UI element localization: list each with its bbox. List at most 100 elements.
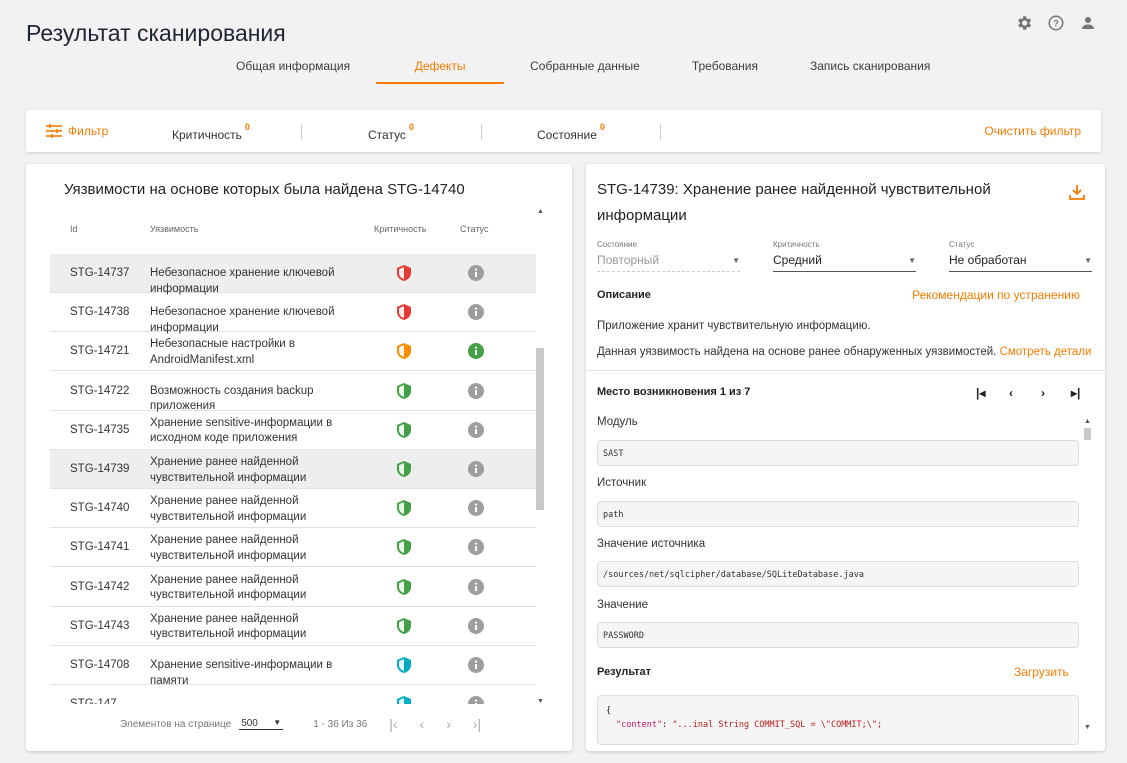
table-row[interactable]: STG-14708 Хранение sensitive-информации в… (50, 646, 536, 687)
module-field[interactable]: SAST (597, 440, 1079, 466)
status-info-icon[interactable] (468, 657, 484, 673)
tab-defects[interactable]: Дефекты (376, 52, 505, 84)
row-id: STG-14741 (70, 541, 130, 554)
tab-scan-recording[interactable]: Запись сканирования (784, 52, 956, 84)
row-id: STG-14708 (70, 659, 130, 671)
tab-general[interactable]: Общая информация (210, 52, 376, 84)
scroll-up-icon[interactable]: ▲ (1084, 418, 1091, 425)
code-line: { (606, 706, 612, 716)
page-size-select[interactable]: 500 ▼ (239, 718, 284, 730)
status-info-icon[interactable] (468, 578, 484, 595)
tab-requirements[interactable]: Требования (666, 52, 784, 84)
status-info-icon[interactable] (468, 539, 484, 556)
top-icons: ? (1015, 14, 1097, 32)
last-occurrence-icon[interactable]: ▸| (1071, 386, 1080, 400)
gear-icon[interactable] (1015, 14, 1033, 32)
col-vulnerability[interactable]: Уязвимость (150, 224, 198, 234)
criticality-select[interactable]: Критичность Средний ▼ (773, 240, 916, 272)
table-row[interactable]: STG-14738 Небезопасное хранение ключевой … (50, 293, 536, 334)
status-info-icon[interactable] (468, 304, 484, 321)
status-info-icon[interactable] (468, 421, 484, 438)
chevron-down-icon: ▼ (908, 256, 916, 265)
col-id[interactable]: Id (70, 224, 78, 234)
scroll-down-icon[interactable]: ▼ (537, 698, 544, 705)
col-status[interactable]: Статус (460, 224, 488, 234)
last-page-icon[interactable]: ›| (473, 716, 481, 732)
filter-status[interactable]: Статус0 (368, 122, 414, 142)
status-value: Не обработан (949, 253, 1027, 267)
scroll-down-icon[interactable]: ▼ (1084, 724, 1091, 731)
criticality-label: Критичность (773, 240, 820, 249)
table-header: Id Уязвимость Критичность Статус (50, 222, 536, 252)
prev-page-icon[interactable]: ‹ (420, 716, 425, 732)
state-label: Состояние (597, 240, 637, 249)
load-button[interactable]: Загрузить (1014, 665, 1069, 679)
criticality-shield-icon (397, 382, 411, 399)
table-row[interactable]: STG-14722 Возможность создания backup при… (50, 372, 536, 412)
code-colon: : (662, 720, 673, 730)
paginator: Элементов на странице 500 ▼ 1 - 36 Из 36 … (120, 716, 481, 732)
next-page-icon[interactable]: › (446, 716, 451, 732)
source-value-field[interactable]: /sources/net/sqlcipher/database/SQLiteDa… (597, 561, 1079, 587)
view-details-link[interactable]: Смотреть детали (1000, 346, 1092, 358)
code-value: "...inal String COMMIT_SQL = \"COMMIT;\"… (672, 720, 883, 730)
row-id: STG-14738 (70, 306, 130, 319)
first-occurrence-icon[interactable]: |◂ (976, 386, 985, 400)
panel-title: Уязвимости на основе которых была найден… (64, 181, 465, 198)
result-code[interactable]: { "content": "...inal String COMMIT_SQL … (597, 695, 1079, 745)
filter-state[interactable]: Состояние0 (537, 122, 605, 142)
table-row[interactable]: STG-14735 Хранение sensitive-информации в… (50, 411, 536, 450)
table-row[interactable]: STG-14737 Небезопасное хранение ключевой … (50, 254, 536, 295)
tab-collected-data[interactable]: Собранные данные (504, 52, 666, 84)
scrollbar-thumb[interactable] (536, 348, 544, 510)
criticality-shield-icon (397, 461, 411, 477)
filter-criticality[interactable]: Критичность0 (172, 122, 250, 142)
value-field[interactable]: PASSWORD (597, 622, 1079, 648)
page-title: Результат сканирования (26, 20, 286, 46)
scrollbar[interactable] (1082, 416, 1092, 736)
source-field[interactable]: path (597, 501, 1079, 527)
divider (481, 124, 482, 140)
table-row[interactable]: STG-147 (50, 685, 536, 704)
status-info-icon[interactable] (468, 617, 484, 634)
table-row[interactable]: STG-14742 Хранение ранее найденной чувств… (50, 568, 536, 607)
col-criticality[interactable]: Критичность (374, 224, 426, 234)
filter-criticality-count: 0 (244, 122, 250, 132)
criticality-shield-icon (397, 421, 411, 438)
table-row[interactable]: STG-14739 Хранение ранее найденной чувств… (50, 450, 536, 489)
status-info-icon[interactable] (468, 382, 484, 399)
row-id: STG-147 (70, 698, 117, 704)
next-occurrence-icon[interactable]: › (1041, 386, 1045, 400)
scrollbar-thumb[interactable] (1084, 428, 1091, 440)
description-text-2-body: Данная уязвимость найдена на основе ране… (597, 346, 997, 358)
table-row[interactable]: STG-14741 Хранение ранее найденной чувств… (50, 528, 536, 568)
status-info-icon[interactable] (468, 265, 484, 281)
filter-button[interactable]: Фильтр (46, 124, 108, 138)
prev-occurrence-icon[interactable]: ‹ (1009, 386, 1013, 400)
status-select[interactable]: Статус Не обработан ▼ (949, 240, 1092, 272)
row-id: STG-14742 (70, 580, 130, 593)
help-icon[interactable]: ? (1047, 14, 1065, 32)
criticality-value: Средний (773, 253, 822, 267)
status-info-icon[interactable] (468, 696, 484, 704)
filter-state-count: 0 (599, 122, 605, 132)
user-icon[interactable] (1079, 14, 1097, 32)
table-row[interactable]: STG-14740 Хранение ранее найденной чувств… (50, 489, 536, 529)
status-info-icon[interactable] (468, 343, 484, 360)
vulnerability-details-panel: STG-14739: Хранение ранее найденной чувс… (586, 164, 1105, 751)
clear-filter-button[interactable]: Очистить фильтр (984, 124, 1081, 138)
row-vulnerability: Хранение ранее найденной чувствительной … (150, 612, 307, 641)
criticality-shield-icon (397, 265, 411, 281)
scroll-up-icon[interactable]: ▲ (537, 208, 544, 215)
row-id: STG-14735 (70, 423, 130, 436)
row-vulnerability: Хранение ранее найденной чувствительной … (150, 573, 307, 602)
table-row[interactable]: STG-14743 Хранение ранее найденной чувств… (50, 607, 536, 646)
svg-text:?: ? (1053, 18, 1059, 28)
first-page-icon[interactable]: |‹ (389, 716, 397, 732)
recommendations-link[interactable]: Рекомендации по устранению (912, 288, 1080, 302)
code-key: "content" (616, 720, 663, 730)
table-row[interactable]: STG-14721 Небезопасные настройки в Androi… (50, 332, 536, 372)
status-info-icon[interactable] (468, 500, 484, 517)
status-info-icon[interactable] (468, 461, 484, 477)
download-icon[interactable] (1069, 184, 1085, 200)
